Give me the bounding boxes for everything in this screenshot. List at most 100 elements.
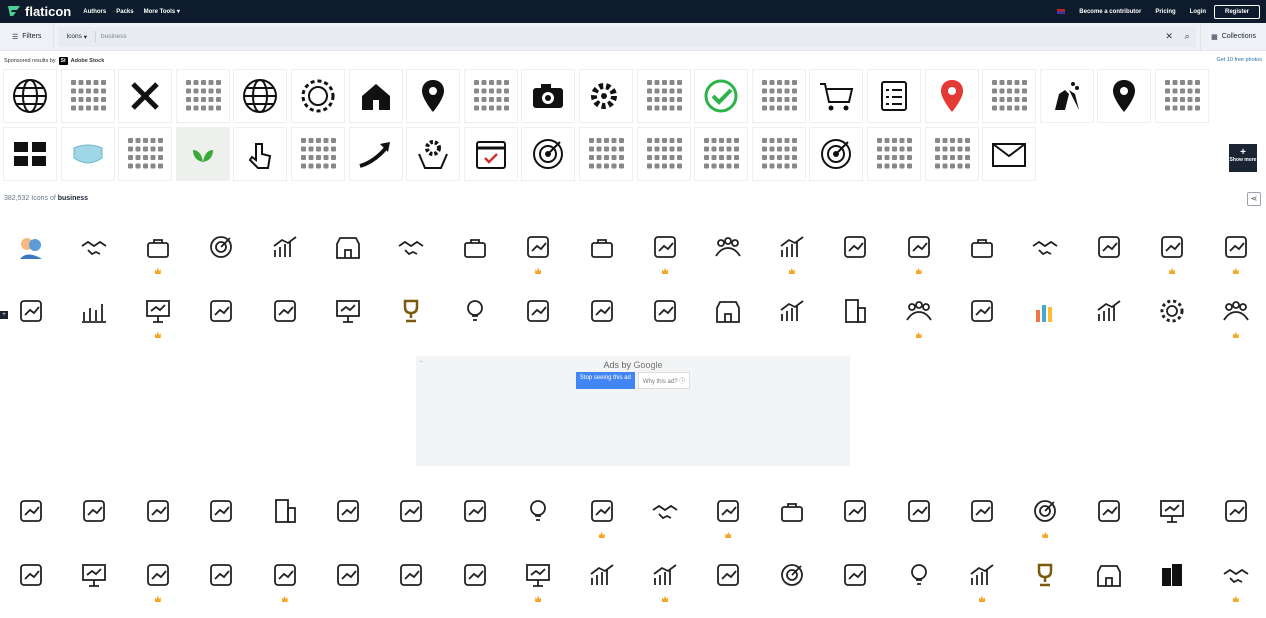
icon-result-briefcase[interactable] <box>585 230 619 264</box>
sponsored-tile-red-pin-icon[interactable] <box>924 69 979 123</box>
icon-result-chart[interactable] <box>77 294 111 328</box>
pricing-link[interactable]: Pricing <box>1155 9 1175 15</box>
icon-result-store[interactable] <box>1092 558 1126 592</box>
icon-result-bulb[interactable] <box>458 294 492 328</box>
icon-result-chart-coin[interactable] <box>204 494 238 528</box>
icon-result-traffic-light[interactable] <box>711 558 745 592</box>
icon-result-dashboard[interactable] <box>77 494 111 528</box>
icon-result-briefcase[interactable] <box>775 494 809 528</box>
sponsored-tile-target-icon[interactable] <box>521 127 576 181</box>
sponsored-tile-map-pin-icon[interactable] <box>406 69 461 123</box>
nav-authors[interactable]: Authors <box>83 9 106 15</box>
icon-result-target-person[interactable] <box>331 558 365 592</box>
icon-result-chart-up[interactable] <box>648 558 682 592</box>
icon-result-people[interactable] <box>14 230 48 264</box>
sponsored-tile-globe-icon[interactable] <box>3 69 57 123</box>
icon-result-document[interactable] <box>394 558 428 592</box>
icon-result-chart-up[interactable] <box>268 230 302 264</box>
sponsored-tile-collage[interactable] <box>118 127 173 181</box>
icon-result-newspaper[interactable] <box>838 558 872 592</box>
icon-result-bulb[interactable] <box>521 494 555 528</box>
icon-result-coins[interactable] <box>965 494 999 528</box>
sponsored-tile-gears-icon[interactable] <box>579 69 633 123</box>
icon-result-monitor[interactable] <box>458 494 492 528</box>
icon-result-globe[interactable] <box>711 494 745 528</box>
icon-result-bank[interactable] <box>648 294 682 328</box>
icon-result-handshake[interactable] <box>1028 230 1062 264</box>
sponsored-tile-leaf-icon[interactable] <box>175 127 230 181</box>
sponsored-tile-arrow-icon[interactable] <box>348 127 403 181</box>
sponsored-tile-home-icon[interactable] <box>348 69 403 123</box>
icon-result-network[interactable] <box>648 230 682 264</box>
ad-back-icon[interactable]: ← <box>419 358 425 364</box>
sponsored-tile-calendar-icon[interactable] <box>463 127 518 181</box>
sponsored-tile-camera-icon[interactable] <box>521 69 576 123</box>
icon-result-chart-up[interactable] <box>775 230 809 264</box>
nav-packs[interactable]: Packs <box>116 9 133 15</box>
free-photos-link[interactable]: Get 10 free photos <box>1216 57 1262 63</box>
icon-result-chart-coin[interactable] <box>394 494 428 528</box>
icon-result-chart-up[interactable] <box>775 294 809 328</box>
filters-button[interactable]: ☰ Filters <box>0 23 55 50</box>
sponsored-tile-target-icon[interactable] <box>809 127 864 181</box>
icon-result-team[interactable] <box>1219 294 1253 328</box>
icon-result-buildings[interactable] <box>1155 558 1189 592</box>
icon-result-handshake[interactable] <box>648 494 682 528</box>
sponsored-tile-collage[interactable] <box>636 69 691 123</box>
flaticon-logo[interactable]: flaticon <box>6 4 71 20</box>
icon-result-briefcase-globe[interactable] <box>1092 494 1126 528</box>
icon-result-hands-gear[interactable] <box>204 294 238 328</box>
sponsored-tile-collage[interactable] <box>636 127 691 181</box>
icon-result-gear-hand[interactable] <box>1092 230 1126 264</box>
sponsored-tile-gear-icon[interactable] <box>291 69 345 123</box>
icon-result-trophy[interactable] <box>394 294 428 328</box>
why-this-ad-button[interactable]: Why this ad? ⓘ <box>637 372 691 389</box>
search-input[interactable] <box>95 33 1161 40</box>
sponsored-tile-pointer-icon[interactable] <box>233 127 288 181</box>
icon-result-meeting[interactable] <box>902 230 936 264</box>
icon-result-presentation[interactable] <box>521 558 555 592</box>
icon-result-chart-up[interactable] <box>1092 294 1126 328</box>
icon-result-target[interactable] <box>775 558 809 592</box>
icon-result-handshake[interactable] <box>394 230 428 264</box>
sponsored-tile-collage[interactable] <box>867 127 921 181</box>
sponsored-tile-collage[interactable] <box>175 69 230 123</box>
icon-result-presentation[interactable] <box>141 294 175 328</box>
show-more-button[interactable]: + Show more <box>1229 144 1257 172</box>
login-link[interactable]: Login <box>1190 9 1206 15</box>
collections-button[interactable]: ▦ Collections <box>1200 23 1266 50</box>
icon-result-building[interactable] <box>838 294 872 328</box>
icon-result-dashboard[interactable] <box>585 294 619 328</box>
icon-result-puzzle[interactable] <box>14 494 48 528</box>
icon-result-target[interactable] <box>1028 494 1062 528</box>
sponsored-tile-cart-icon[interactable] <box>809 69 864 123</box>
sponsored-tile-collage[interactable] <box>463 69 518 123</box>
icon-result-person-plus[interactable] <box>14 294 48 328</box>
clear-icon[interactable]: ✕ <box>1160 31 1178 42</box>
language-flag-icon[interactable] <box>1057 9 1066 14</box>
sponsored-tile-collage[interactable] <box>291 127 345 181</box>
icon-result-briefcase[interactable] <box>141 230 175 264</box>
sponsored-tile-mask-photo[interactable] <box>60 127 115 181</box>
icon-result-briefcase[interactable] <box>965 230 999 264</box>
icon-result-network[interactable] <box>14 558 48 592</box>
sponsored-tile-check-icon[interactable] <box>694 69 749 123</box>
icon-result-report[interactable] <box>521 230 555 264</box>
add-to-collection-icon[interactable]: + <box>0 311 8 319</box>
icon-result-presentation[interactable] <box>1155 494 1189 528</box>
sponsored-tile-collage[interactable] <box>751 127 806 181</box>
icon-result-presentation[interactable] <box>77 558 111 592</box>
icon-result-briefcase-globe[interactable] <box>1155 230 1189 264</box>
stop-seeing-ad-button[interactable]: Stop seeing this ad <box>575 372 635 389</box>
icon-result-coins[interactable] <box>458 558 492 592</box>
icon-result-chart-bars[interactable] <box>268 558 302 592</box>
icon-result-network[interactable] <box>268 294 302 328</box>
icon-result-chart-up[interactable] <box>965 558 999 592</box>
icon-result-bulb-money[interactable] <box>1219 494 1253 528</box>
sponsored-tile-collage[interactable] <box>924 127 979 181</box>
icon-result-team[interactable] <box>711 230 745 264</box>
icon-result-store[interactable] <box>711 294 745 328</box>
icon-result-money-bag[interactable] <box>204 558 238 592</box>
icon-result-businessman[interactable] <box>585 494 619 528</box>
sponsored-tile-mail-icon[interactable] <box>982 127 1037 181</box>
